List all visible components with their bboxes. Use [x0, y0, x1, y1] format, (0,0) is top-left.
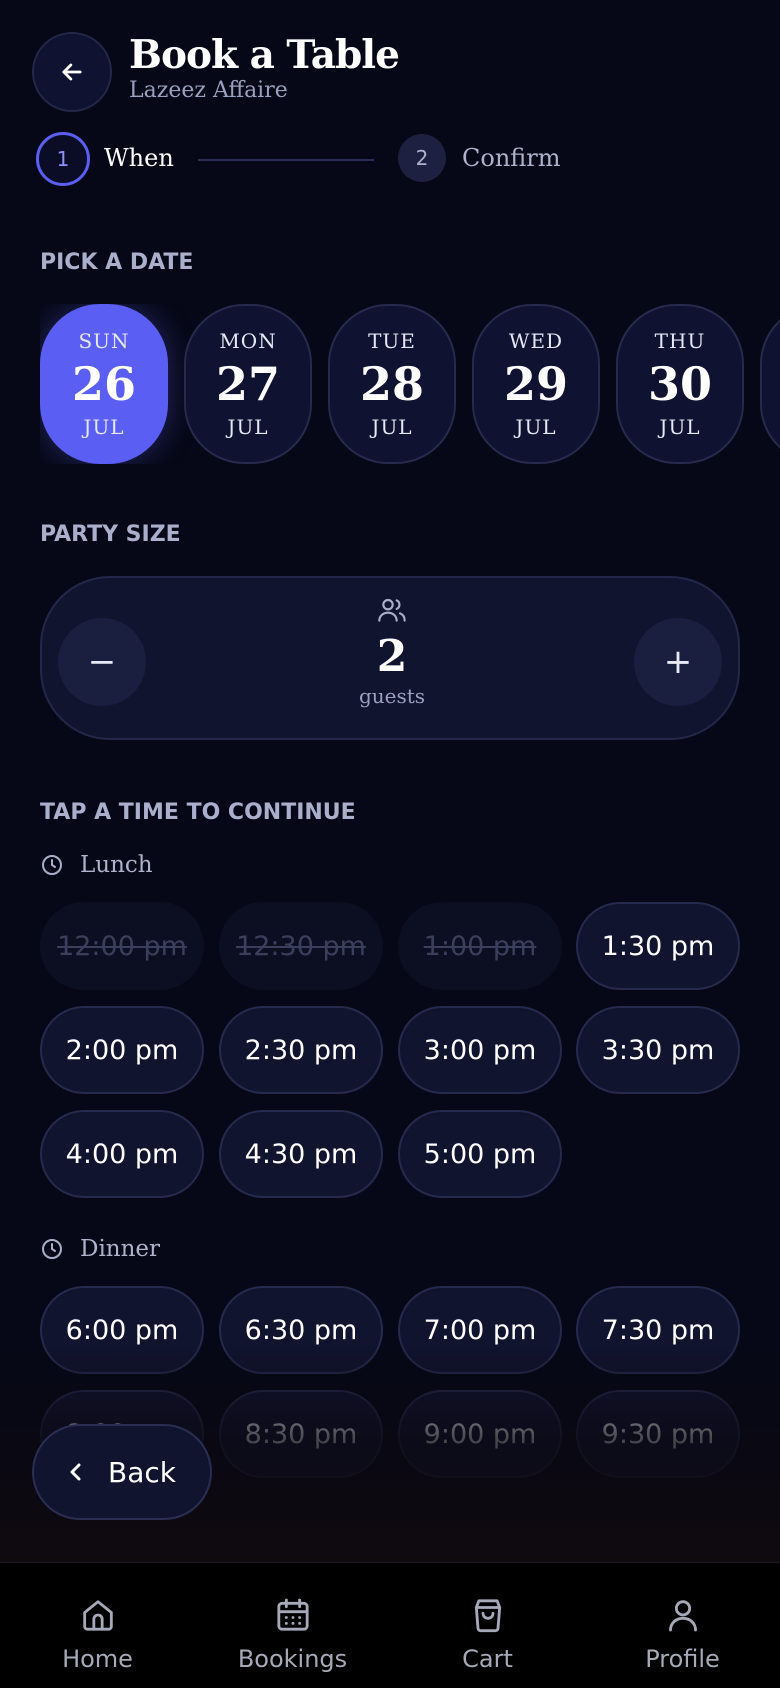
time-slot[interactable]: 7:00 pm [398, 1286, 562, 1374]
date-option-partial[interactable] [760, 304, 780, 464]
title-block: Book a Table Lazeez Affaire [129, 32, 400, 104]
step-1-label: When [104, 144, 174, 172]
decrease-guests-button[interactable]: − [58, 618, 146, 706]
time-slot[interactable]: 7:30 pm [576, 1286, 740, 1374]
bag-icon [474, 1599, 501, 1633]
date-option[interactable]: MON 27 JUL [184, 304, 312, 464]
date-weekday: THU [654, 329, 706, 353]
arrow-left-icon [62, 63, 82, 81]
header: Book a Table Lazeez Affaire [32, 32, 400, 112]
back-button[interactable]: Back [32, 1424, 212, 1520]
nav-label: Cart [462, 1645, 513, 1673]
header-back-button[interactable] [32, 32, 112, 112]
clock-icon [42, 855, 62, 875]
time-slot[interactable]: 6:00 pm [40, 1286, 204, 1374]
calendar-icon [276, 1598, 309, 1631]
nav-item-bookings[interactable]: Bookings [195, 1563, 390, 1688]
lunch-header: Lunch [40, 852, 153, 878]
time-slot-unavailable: 12:00 pm [40, 902, 204, 990]
date-weekday: MON [219, 329, 277, 353]
step-2-label: Confirm [462, 144, 561, 172]
date-day: 27 [215, 357, 280, 411]
date-month: JUL [371, 415, 413, 439]
time-slot[interactable]: 3:30 pm [576, 1006, 740, 1094]
date-day: 26 [71, 357, 136, 411]
date-month: JUL [659, 415, 701, 439]
date-weekday: WED [508, 329, 564, 353]
date-option[interactable]: THU 30 JUL [616, 304, 744, 464]
time-slot-unavailable: 12:30 pm [219, 902, 383, 990]
date-section-label: PICK A DATE [40, 250, 194, 275]
time-slot-unavailable: 1:00 pm [398, 902, 562, 990]
date-month: JUL [83, 415, 125, 439]
time-slot[interactable]: 9:30 pm [576, 1390, 740, 1478]
back-button-label: Back [108, 1455, 176, 1489]
step-connector [198, 159, 374, 161]
user-icon [668, 1600, 697, 1632]
nav-item-cart[interactable]: Cart [390, 1563, 585, 1688]
date-weekday: TUE [368, 329, 416, 353]
date-day: 29 [503, 357, 568, 411]
party-size-display: 2 guests [292, 594, 492, 708]
nav-label: Home [62, 1645, 133, 1673]
date-day: 30 [647, 357, 712, 411]
page-title: Book a Table [129, 32, 400, 78]
stepper: 1 When 2 Confirm [36, 132, 596, 188]
time-slot[interactable]: 4:00 pm [40, 1110, 204, 1198]
lunch-label: Lunch [80, 852, 153, 878]
time-slot[interactable]: 5:00 pm [398, 1110, 562, 1198]
chevron-left-icon [70, 1463, 81, 1481]
date-picker: SUN 26 JUL MON 27 JUL TUE 28 JUL WED 29 … [40, 304, 780, 464]
date-option[interactable]: WED 29 JUL [472, 304, 600, 464]
nav-item-home[interactable]: Home [0, 1563, 195, 1688]
restaurant-name: Lazeez Affaire [129, 78, 288, 103]
home-icon [82, 1600, 113, 1631]
dinner-label: Dinner [80, 1236, 161, 1262]
date-month: JUL [515, 415, 557, 439]
bottom-nav: Home Bookings Cart Profile [0, 1562, 780, 1688]
date-option-selected[interactable]: SUN 26 JUL [40, 304, 168, 464]
time-slot[interactable]: 9:00 pm [398, 1390, 562, 1478]
date-day: 28 [359, 357, 424, 411]
time-slot[interactable]: 3:00 pm [398, 1006, 562, 1094]
time-slot[interactable]: 2:00 pm [40, 1006, 204, 1094]
time-slot[interactable]: 6:30 pm [219, 1286, 383, 1374]
party-size-stepper: − 2 guests + [40, 576, 740, 740]
nav-label: Bookings [237, 1645, 348, 1673]
clock-icon [42, 1239, 62, 1259]
time-slot[interactable]: 8:30 pm [219, 1390, 383, 1478]
time-slot[interactable]: 4:30 pm [219, 1110, 383, 1198]
lunch-slots: 12:00 pm 12:30 pm 1:00 pm 1:30 pm 2:00 p… [40, 902, 740, 1198]
date-month: JUL [227, 415, 269, 439]
guest-unit-label: guests [358, 684, 426, 708]
step-1-indicator: 1 [36, 132, 90, 186]
party-section-label: PARTY SIZE [40, 522, 181, 547]
dinner-header: Dinner [40, 1236, 160, 1262]
step-2-indicator: 2 [398, 134, 446, 182]
date-weekday: SUN [78, 329, 130, 353]
time-section-label: TAP A TIME TO CONTINUE [40, 800, 356, 825]
time-slot[interactable]: 2:30 pm [219, 1006, 383, 1094]
nav-item-profile[interactable]: Profile [585, 1563, 780, 1688]
guest-count: 2 [376, 631, 408, 682]
increase-guests-button[interactable]: + [634, 618, 722, 706]
nav-label: Profile [645, 1645, 720, 1673]
date-option[interactable]: TUE 28 JUL [328, 304, 456, 464]
users-icon [378, 598, 406, 622]
time-slot[interactable]: 1:30 pm [576, 902, 740, 990]
